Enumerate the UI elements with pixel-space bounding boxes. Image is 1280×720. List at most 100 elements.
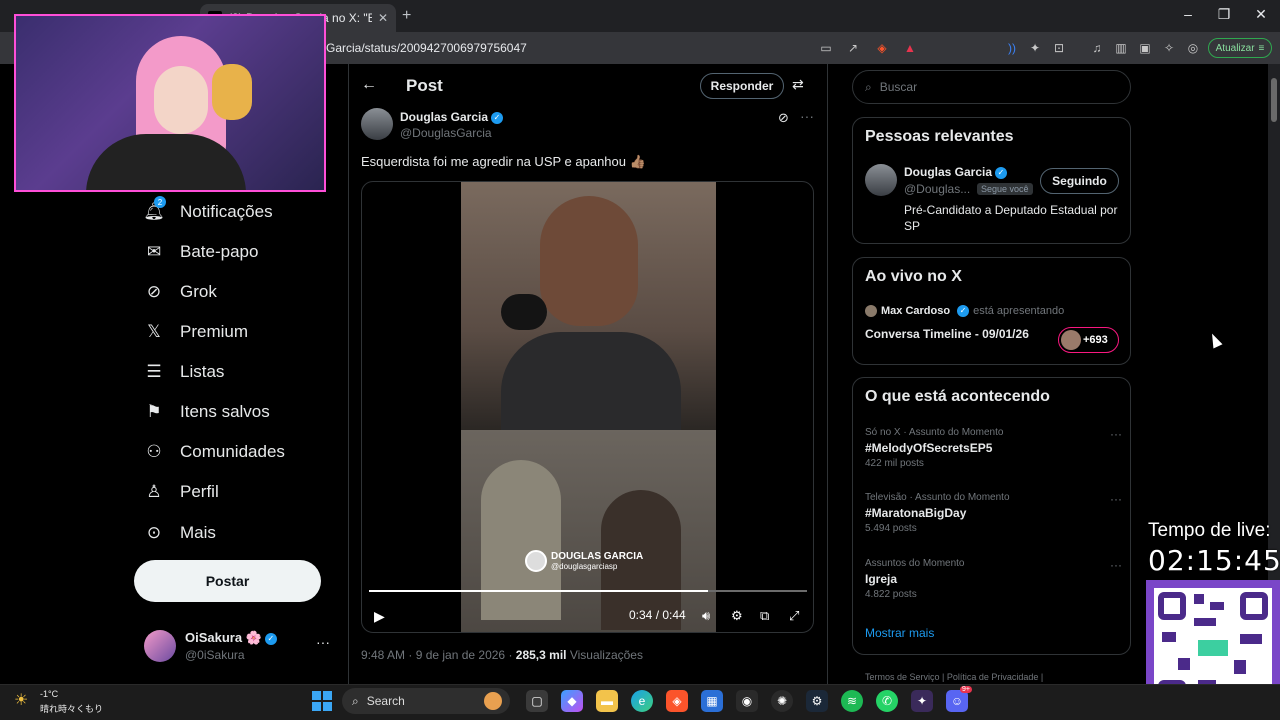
video-progress-bar[interactable] (369, 590, 807, 592)
video-player[interactable]: DOUGLAS GARCIA @douglasgarciasp ▶ 0:34 /… (361, 181, 814, 633)
tweet-more-icon[interactable]: ··· (800, 108, 814, 124)
live-host[interactable]: Max Cardoso ✓ está apresentando (865, 305, 1064, 317)
trend-item[interactable]: Só no X · Assunto do Momento #MelodyOfSe… (865, 427, 1122, 469)
host-suffix: está apresentando (973, 305, 1065, 317)
maximize-icon[interactable]: ❐ (1214, 6, 1234, 23)
tweet-timestamp[interactable]: 9:48 AM · 9 de jan de 2026 · (361, 648, 516, 662)
spotify-icon[interactable]: ≋ (841, 690, 863, 712)
brave-rewards-icon[interactable]: ▲ (902, 40, 918, 56)
share-icon[interactable]: ↗ (845, 40, 861, 56)
profile-handle: @0iSakura (185, 648, 245, 662)
media-icon[interactable]: ♫ (1089, 40, 1105, 56)
author-handle[interactable]: @DouglasGarcia (400, 126, 492, 140)
screen-cast-icon[interactable]: ▭ (818, 40, 834, 56)
post-button[interactable]: Postar (134, 560, 321, 602)
fullscreen-icon[interactable]: ⤢ (789, 608, 799, 624)
update-button[interactable]: Atualizar ≡ (1208, 38, 1272, 58)
filter-settings-icon[interactable]: ⇄ (792, 76, 804, 93)
copilot-icon[interactable]: ◆ (561, 690, 583, 712)
new-tab-icon[interactable]: + (402, 7, 411, 25)
author-avatar[interactable] (361, 108, 393, 140)
weather-temperature[interactable]: -1°C (40, 689, 58, 699)
vpn-icon[interactable]: ◎ (1185, 40, 1201, 56)
trend-meta: Assuntos do Momento (865, 558, 965, 569)
trend-meta: Só no X · Assunto do Momento (865, 427, 1004, 438)
more-icon[interactable]: ··· (316, 634, 330, 650)
search-input[interactable]: ⌕ Buscar (852, 70, 1131, 104)
address-bar[interactable]: Garcia/status/2009427006979756047 (326, 41, 527, 55)
back-arrow-icon[interactable]: ← (361, 76, 377, 94)
taskbar-search[interactable]: ⌕ Search (342, 688, 510, 714)
video-watermark: DOUGLAS GARCIA @douglasgarciasp (525, 550, 643, 572)
play-icon[interactable]: ▶ (374, 608, 385, 625)
sidebar-icon[interactable]: ▥ (1113, 40, 1129, 56)
scroll-thumb[interactable] (1271, 78, 1277, 122)
task-view-icon[interactable]: ▢ (526, 690, 548, 712)
whatsapp-icon[interactable]: ✆ (876, 690, 898, 712)
live-show-title[interactable]: Conversa Timeline - 09/01/26 (865, 327, 1029, 341)
picture-in-picture-icon[interactable]: ⧉ (760, 608, 769, 624)
live-listeners-pill[interactable]: +693 (1058, 327, 1119, 353)
tab-search-icon[interactable]: ⊡ (1051, 40, 1067, 56)
trend-more-icon[interactable]: ··· (1110, 558, 1122, 572)
nav-lists[interactable]: ☰ Listas (144, 357, 224, 387)
nav-profile[interactable]: ♙ Perfil (144, 477, 218, 507)
show-more-link[interactable]: Mostrar mais (865, 626, 934, 640)
notification-badge: 2 (154, 196, 166, 208)
weather-sun-cloud-icon[interactable]: ☀ (14, 690, 34, 709)
reply-button[interactable]: Responder (700, 73, 784, 99)
edge-icon[interactable]: e (631, 690, 653, 712)
profile-name: OiSakura 🌸 (185, 630, 262, 645)
host-avatar (865, 305, 877, 317)
grok-icon: ⊘ (146, 282, 162, 301)
extensions-icon[interactable]: ✦ (1027, 40, 1043, 56)
minimize-icon[interactable]: – (1178, 6, 1198, 22)
discord-badge: 9+ (960, 686, 972, 693)
nav-communities[interactable]: ⚇ Comunidades (144, 437, 285, 467)
relevant-avatar[interactable] (865, 164, 897, 196)
discord-icon[interactable]: ☺ 9+ (946, 686, 972, 712)
trend-item[interactable]: Televisão · Assunto do Momento #Maratona… (865, 492, 1122, 534)
leo-icon[interactable]: ✧ (1161, 40, 1177, 56)
file-explorer-icon[interactable]: ▬ (596, 690, 618, 712)
volume-icon[interactable]: 🔊︎ (702, 608, 710, 624)
windows-start-icon[interactable] (312, 691, 332, 711)
search-icon: ⌕ (865, 79, 872, 94)
store-icon[interactable]: ▦ (701, 690, 723, 712)
chatgpt-icon[interactable]: ✺ (771, 690, 793, 712)
account-switcher[interactable]: OiSakura 🌸 ✓ @0iSakura ··· (144, 628, 334, 664)
follows-you-badge: Segue você (977, 183, 1033, 195)
steam-icon[interactable]: ⚙ (806, 690, 828, 712)
following-button[interactable]: Seguindo (1040, 168, 1119, 194)
footer-links[interactable]: Termos de Serviço | Política de Privacid… (865, 672, 1043, 682)
nav-bookmarks[interactable]: ⚑ Itens salvos (144, 397, 269, 427)
trend-more-icon[interactable]: ··· (1110, 492, 1122, 506)
plush-toy (212, 64, 252, 120)
video-frame-bottom: DOUGLAS GARCIA @douglasgarciasp (461, 430, 716, 632)
qr-finder (1240, 592, 1268, 620)
brave-icon[interactable]: ◈ (666, 690, 688, 712)
video-progress-fill (369, 590, 708, 592)
author-name: Douglas Garcia (400, 110, 489, 124)
brave-shield-icon[interactable]: ◈ (874, 40, 890, 56)
wallet-icon[interactable]: ▣ (1137, 40, 1153, 56)
relevant-handle[interactable]: @Douglas... (904, 182, 970, 196)
tab-close-icon[interactable]: ✕ (378, 11, 388, 25)
trend-item[interactable]: Assuntos do Momento Igreja 4.822 posts ·… (865, 558, 1122, 600)
video-settings-icon[interactable]: ⚙ (731, 608, 743, 624)
nav-chat[interactable]: ✉ Bate-papo (144, 237, 259, 267)
video-frame-top (461, 182, 716, 432)
close-window-icon[interactable]: ✕ (1251, 6, 1271, 23)
grok-icon[interactable]: ⊘ (778, 110, 789, 126)
nav-notifications[interactable]: 🔔︎ 2 Notificações (143, 196, 273, 227)
capture-icon[interactable]: ◉ (736, 690, 758, 712)
search-highlight-icon (484, 692, 502, 710)
trend-more-icon[interactable]: ··· (1110, 427, 1122, 441)
nav-more[interactable]: ⊙ Mais (144, 518, 216, 548)
nav-grok[interactable]: ⊘ Grok (144, 277, 217, 307)
app-icon[interactable]: ✦ (911, 690, 933, 712)
weather-description[interactable]: 晴れ時々くもり (40, 702, 103, 715)
nav-premium[interactable]: 𝕏 Premium (144, 317, 248, 347)
audio-icon[interactable]: )) (1004, 40, 1020, 56)
envelope-icon: ✉ (146, 242, 162, 261)
